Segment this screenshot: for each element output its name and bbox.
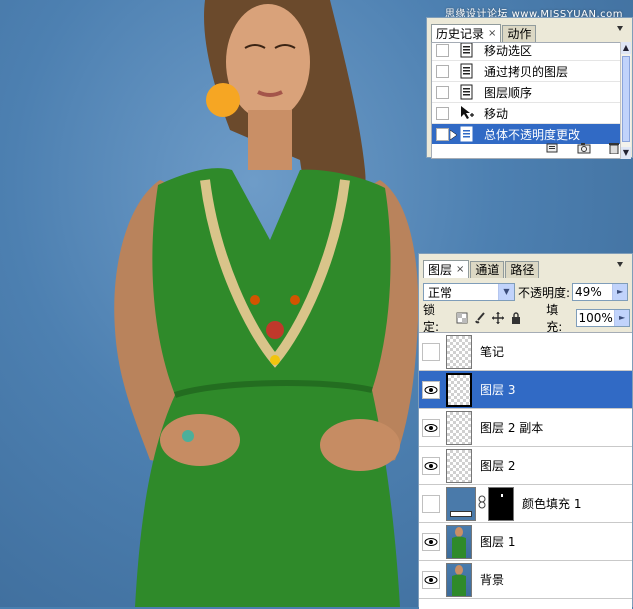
- fill-field[interactable]: 100% ►: [575, 309, 631, 327]
- snapshot-camera-icon[interactable]: [577, 142, 591, 154]
- layer-name: 图层 1: [480, 535, 516, 549]
- layer-row[interactable]: 图层 2 副本: [419, 409, 632, 447]
- close-icon[interactable]: ×: [456, 262, 464, 278]
- layer-thumbnail: [446, 448, 472, 483]
- history-item-label: 移动: [484, 106, 509, 121]
- layer-row[interactable]: 颜色填充 1: [419, 485, 632, 523]
- tab-history-label: 历史记录: [436, 26, 485, 41]
- tab-paths[interactable]: 路径: [505, 261, 540, 278]
- visibility-toggle[interactable]: [422, 342, 440, 361]
- layers-tabs: 图层 × 通道 路径: [423, 260, 540, 278]
- history-item[interactable]: 移动: [432, 103, 620, 123]
- layer-thumbnail: [446, 334, 472, 369]
- visibility-toggle[interactable]: [422, 418, 440, 437]
- fill-layer-thumbnail: [446, 486, 476, 521]
- lock-transparency-icon[interactable]: [456, 312, 468, 324]
- tab-layers-label: 图层: [428, 262, 453, 277]
- history-item[interactable]: 移动选区: [432, 43, 620, 60]
- chevron-down-icon[interactable]: ▼: [498, 284, 514, 300]
- eye-icon: [424, 423, 438, 432]
- layer-row[interactable]: 图层 1: [419, 523, 632, 561]
- layer-name: 图层 2: [480, 459, 516, 473]
- chevron-right-icon[interactable]: ►: [612, 284, 628, 300]
- blend-mode-select[interactable]: 正常 ▼: [423, 283, 515, 301]
- layer-thumbnail: [446, 410, 472, 445]
- eye-icon: [424, 461, 438, 470]
- layer-row-selected[interactable]: 图层 3: [419, 371, 632, 409]
- snapshot-source-checkbox[interactable]: [436, 43, 449, 57]
- opacity-field[interactable]: 49% ►: [572, 283, 629, 301]
- layer-row[interactable]: 图层 2: [419, 447, 632, 485]
- tab-paths-label: 路径: [510, 263, 535, 277]
- history-item-label: 通过拷贝的图层: [484, 64, 569, 79]
- history-item-label: 移动选区: [484, 43, 533, 58]
- layer-name: 背景: [480, 573, 505, 587]
- layer-row[interactable]: 笔记: [419, 333, 632, 371]
- visibility-toggle[interactable]: [422, 494, 440, 513]
- layer-list: 笔记 图层 3 图层 2 副本 图层 2 颜色填充 1 图层 1 背景: [419, 332, 632, 609]
- layer-name: 图层 3: [480, 383, 516, 397]
- layer-thumbnail: [446, 372, 472, 407]
- lock-position-move-icon[interactable]: [492, 312, 505, 324]
- panel-menu-icon[interactable]: [614, 260, 626, 272]
- snapshot-source-checkbox[interactable]: [436, 106, 449, 120]
- blend-options-row: 正常 ▼ 不透明度: 49% ►: [423, 281, 630, 303]
- layer-name: 颜色填充 1: [522, 497, 582, 511]
- history-tabs: 历史记录 × 动作: [431, 24, 537, 42]
- eye-icon: [424, 537, 438, 546]
- layer-name: 笔记: [480, 345, 505, 359]
- snapshot-source-checkbox[interactable]: [436, 64, 449, 78]
- visibility-toggle[interactable]: [422, 532, 440, 551]
- opacity-label: 不透明度:: [518, 285, 571, 300]
- lock-options-row: 锁定: 填充: 100% ►: [423, 303, 631, 334]
- eye-icon: [424, 385, 438, 394]
- visibility-toggle[interactable]: [422, 456, 440, 475]
- tab-layers[interactable]: 图层 ×: [423, 260, 470, 278]
- fill-value: 100%: [578, 311, 613, 325]
- link-chain-icon[interactable]: [478, 495, 486, 512]
- tab-actions-label: 动作: [507, 27, 532, 41]
- tab-channels[interactable]: 通道: [470, 261, 505, 278]
- history-item[interactable]: 图层顺序: [432, 82, 620, 102]
- tab-history[interactable]: 历史记录 ×: [431, 24, 502, 42]
- history-state-icon: [458, 84, 476, 100]
- lock-all-icon[interactable]: [510, 312, 522, 324]
- trash-icon[interactable]: [607, 142, 621, 155]
- fill-label: 填充:: [546, 303, 563, 334]
- history-footer: [431, 139, 628, 157]
- layer-mask-thumbnail[interactable]: [488, 486, 514, 521]
- layer-thumbnail: [446, 562, 472, 597]
- scroll-up-icon[interactable]: ▲: [621, 42, 631, 54]
- close-icon[interactable]: ×: [488, 26, 496, 42]
- snapshot-source-checkbox[interactable]: [436, 85, 449, 99]
- eye-icon: [424, 575, 438, 584]
- opacity-value: 49%: [575, 285, 602, 299]
- new-document-icon[interactable]: [545, 142, 559, 154]
- history-state-icon: [458, 43, 476, 58]
- chevron-right-icon[interactable]: ►: [614, 310, 630, 326]
- layers-panel: 图层 × 通道 路径 正常 ▼ 不透明度: 49% ► 锁定: 填充: 100%…: [418, 253, 633, 609]
- layer-name: 图层 2 副本: [480, 421, 544, 435]
- blend-mode-value: 正常: [428, 285, 453, 300]
- lock-label: 锁定:: [423, 303, 440, 334]
- tab-channels-label: 通道: [475, 263, 500, 277]
- scroll-thumb[interactable]: [622, 56, 630, 142]
- layer-row[interactable]: 背景: [419, 561, 632, 599]
- history-item-label: 图层顺序: [484, 85, 533, 100]
- panel-menu-icon[interactable]: [614, 24, 626, 36]
- history-state-icon: [458, 63, 476, 79]
- history-item[interactable]: 通过拷贝的图层: [432, 61, 620, 81]
- layer-thumbnail: [446, 524, 472, 559]
- visibility-toggle[interactable]: [422, 570, 440, 589]
- tab-actions[interactable]: 动作: [502, 25, 537, 42]
- move-tool-icon: [458, 105, 476, 121]
- lock-paint-brush-icon[interactable]: [474, 312, 486, 324]
- visibility-toggle[interactable]: [422, 380, 440, 399]
- history-panel: 历史记录 × 动作 移动选区 通过拷贝的图层 图层顺序 移动 总体不透明度更改 …: [426, 17, 633, 159]
